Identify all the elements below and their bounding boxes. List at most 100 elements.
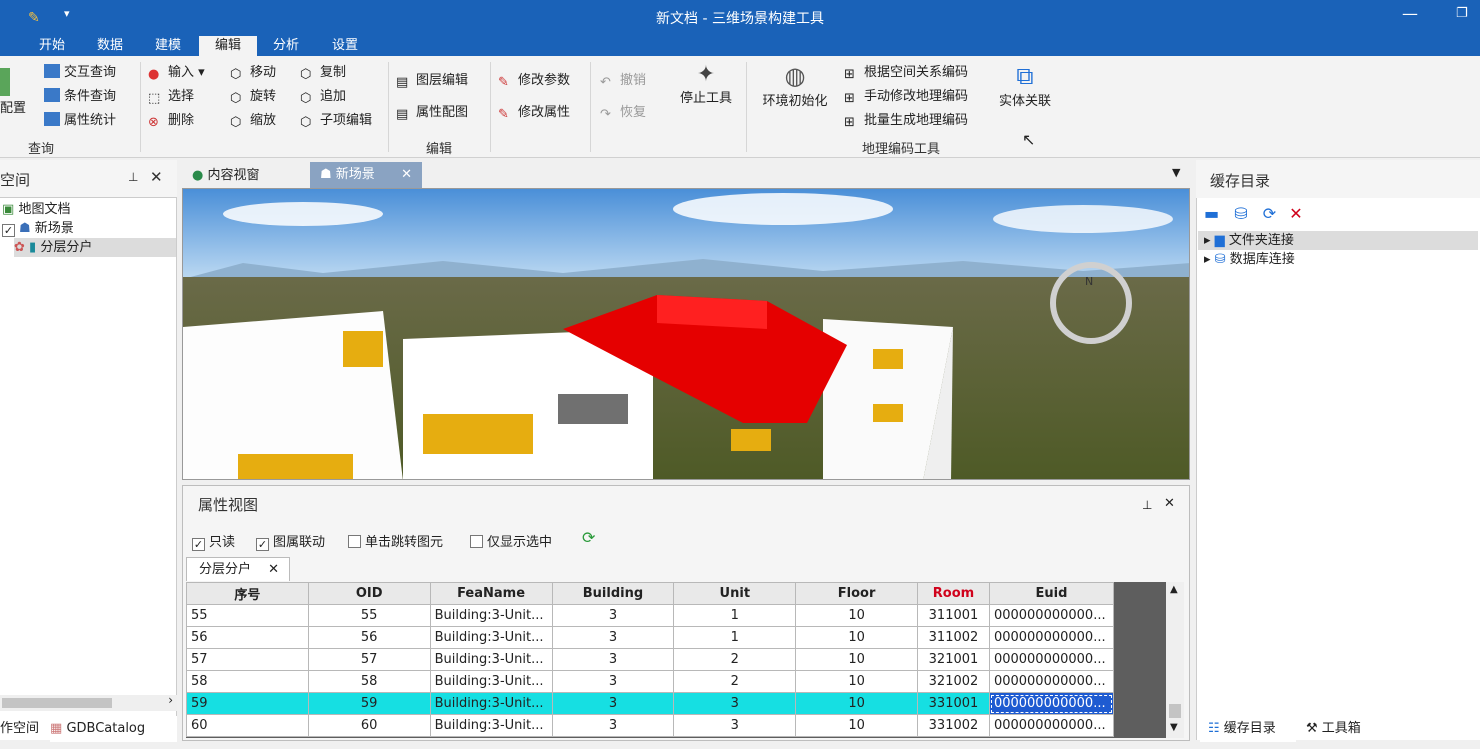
tree-root[interactable]: ▣ 地图文档 (2, 200, 70, 219)
table-cell[interactable]: 3 (673, 714, 797, 737)
tab-workspace[interactable]: 作空间 (0, 716, 48, 742)
tab-start[interactable]: 开始 (28, 36, 76, 56)
input-button[interactable]: ● 输入 ▾ (148, 64, 205, 82)
folder-add-icon[interactable]: ▬ (1204, 204, 1219, 223)
table-cell[interactable]: 60 (186, 714, 309, 737)
table-cell[interactable]: 311002 (917, 626, 990, 649)
table-cell[interactable]: 2 (673, 648, 797, 671)
table-cell[interactable]: 56 (307, 626, 431, 649)
readonly-checkbox[interactable]: ✓ 只读 (192, 531, 235, 551)
entity-link-button[interactable]: ⧉ 实体关联 (992, 62, 1058, 109)
tab-content-view[interactable]: ● 内容视窗 (192, 164, 260, 188)
vertical-scrollbar[interactable]: ▲ ▼ (1166, 582, 1184, 738)
undo-button[interactable]: ↶ 撤销 (600, 72, 646, 90)
expand-icon[interactable]: ▸ (1204, 233, 1211, 248)
tree-layer[interactable]: ✿ ▮ 分层分户 (14, 238, 176, 257)
table-cell[interactable]: 10 (795, 648, 918, 671)
table-cell[interactable]: 58 (307, 670, 431, 693)
table-row[interactable]: 55 55 Building:3-Unit... 3 1 10 311001 00000000… (186, 604, 1115, 627)
tree-folder-connection[interactable]: ▸ ▆ 文件夹连接 (1198, 231, 1478, 250)
condition-query-button[interactable]: 条件查询 (44, 88, 116, 106)
table-cell[interactable]: 3 (551, 692, 675, 715)
table-cell[interactable]: 000000000000... (988, 626, 1115, 649)
table-cell[interactable]: 000000000000... (988, 692, 1115, 715)
minimize-button[interactable]: — (1402, 4, 1418, 23)
layer-edit-button[interactable]: ▤ 图层编辑 (396, 72, 468, 90)
table-cell[interactable]: Building:3-Unit... (429, 626, 553, 649)
table-cell[interactable]: 57 (307, 648, 431, 671)
delete-button[interactable]: ⊗ 删除 (148, 112, 194, 130)
tab-edit[interactable]: 编辑 (199, 36, 257, 56)
append-button[interactable]: ⬡ 追加 (300, 88, 346, 106)
table-cell[interactable]: 55 (307, 604, 431, 627)
col-floor[interactable]: Floor (795, 582, 918, 605)
table-row[interactable]: 57 57 Building:3-Unit... 3 2 10 321001 00000000… (186, 648, 1115, 671)
tab-settings[interactable]: 设置 (321, 36, 369, 56)
rotate-button[interactable]: ⬡ 旋转 (230, 88, 276, 106)
table-cell[interactable]: 59 (307, 692, 431, 715)
tab-gdbcatalog[interactable]: ▦ GDBCatalog (50, 716, 177, 742)
table-cell[interactable]: 000000000000... (988, 714, 1115, 737)
table-cell[interactable]: Building:3-Unit... (429, 604, 553, 627)
table-cell[interactable]: 3 (551, 648, 675, 671)
delete-cache-icon[interactable]: ✕ (1289, 204, 1302, 223)
table-cell[interactable]: 10 (795, 626, 918, 649)
database-add-icon[interactable]: ⛁ (1234, 204, 1247, 223)
col-building[interactable]: Building (551, 582, 675, 605)
click-jump-checkbox[interactable]: 单击跳转图元 (348, 531, 443, 550)
tab-close-icon[interactable]: ✕ (401, 162, 412, 188)
tab-modeling[interactable]: 建模 (144, 36, 192, 56)
subitem-edit-button[interactable]: ⬡ 子项编辑 (300, 112, 372, 130)
table-row[interactable]: 58 58 Building:3-Unit... 3 2 10 321002 00000000… (186, 670, 1115, 693)
table-cell[interactable]: 311001 (917, 604, 990, 627)
table-cell[interactable]: 000000000000... (988, 670, 1115, 693)
tab-cache-catalog[interactable]: ☷ 缓存目录 (1200, 716, 1296, 742)
table-cell[interactable]: 2 (673, 670, 797, 693)
attr-tab-layer[interactable]: 分层分户 ✕ (186, 557, 290, 581)
table-cell[interactable]: 331002 (917, 714, 990, 737)
config-button[interactable]: 配置 (0, 100, 26, 118)
modify-attributes-button[interactable]: ✎ 修改属性 (498, 104, 570, 122)
modify-params-button[interactable]: ✎ 修改参数 (498, 72, 570, 90)
link-checkbox[interactable]: ✓ 图属联动 (256, 531, 325, 551)
scene-checkbox[interactable]: ✓ (2, 224, 15, 237)
table-cell[interactable]: 331001 (917, 692, 990, 715)
table-cell[interactable]: 1 (673, 604, 797, 627)
tree-database-connection[interactable]: ▸ ⛁ 数据库连接 (1198, 250, 1295, 269)
stop-tool-button[interactable]: ✦ 停止工具 (672, 62, 740, 106)
table-cell[interactable]: 321002 (917, 670, 990, 693)
batch-geocode-button[interactable]: ⊞ 批量生成地理编码 (844, 112, 968, 130)
attribute-stats-button[interactable]: 属性统计 (44, 112, 116, 130)
col-index[interactable]: 序号 (186, 582, 309, 605)
col-feaname[interactable]: FeaName (429, 582, 553, 605)
scene-viewport[interactable]: N (182, 188, 1190, 480)
col-unit[interactable]: Unit (673, 582, 797, 605)
scale-button[interactable]: ⬡ 缩放 (230, 112, 276, 130)
table-cell[interactable]: 10 (795, 692, 918, 715)
tab-dropdown-icon[interactable]: ▼ (1172, 166, 1180, 179)
refresh-cache-icon[interactable]: ⟳ (1263, 204, 1276, 223)
pin-icon[interactable]: ⊥ (128, 170, 138, 184)
show-selected-checkbox[interactable]: 仅显示选中 (470, 531, 552, 550)
table-cell[interactable]: Building:3-Unit... (429, 714, 553, 737)
tree-scene[interactable]: ✓ ☗ 新场景 (2, 219, 74, 238)
table-cell[interactable]: 3 (551, 604, 675, 627)
attr-tab-close-icon[interactable]: ✕ (268, 558, 279, 582)
table-cell[interactable]: 59 (186, 692, 309, 715)
move-button[interactable]: ⬡ 移动 (230, 64, 276, 82)
attribute-map-button[interactable]: ▤ 属性配图 (396, 104, 468, 122)
table-cell[interactable]: 000000000000... (988, 648, 1115, 671)
table-cell[interactable]: 3 (673, 692, 797, 715)
refresh-icon[interactable]: ⟳ (582, 528, 595, 547)
table-cell[interactable]: 3 (551, 626, 675, 649)
close-icon[interactable]: ✕ (150, 168, 163, 186)
tab-data[interactable]: 数据 (86, 36, 134, 56)
table-cell[interactable]: Building:3-Unit... (429, 648, 553, 671)
col-euid[interactable]: Euid (988, 582, 1115, 605)
table-cell[interactable]: 10 (795, 670, 918, 693)
copy-button[interactable]: ⬡ 复制 (300, 64, 346, 82)
manual-edit-geocode-button[interactable]: ⊞ 手动修改地理编码 (844, 88, 968, 106)
interactive-query-button[interactable]: 交互查询 (44, 64, 116, 82)
restore-button[interactable]: ❐ (1456, 6, 1468, 21)
table-cell[interactable]: 321001 (917, 648, 990, 671)
